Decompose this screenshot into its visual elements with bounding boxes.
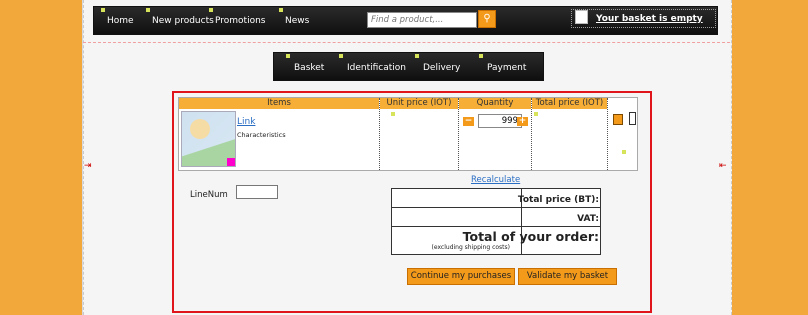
placeholder-marker	[534, 112, 538, 116]
column-items: Items	[179, 98, 379, 109]
search-box	[367, 12, 477, 28]
column-quantity: Quantity	[459, 98, 531, 109]
totals-row-line	[392, 226, 600, 227]
column-total-price: Total price (IOT)	[532, 98, 607, 109]
step-identification[interactable]: Identification	[338, 54, 406, 73]
column-divider	[458, 98, 459, 170]
item-select-checkbox[interactable]	[629, 112, 636, 125]
product-image[interactable]	[181, 111, 236, 167]
validate-basket-button[interactable]: Validate my basket	[518, 268, 617, 285]
minus-icon[interactable]: −	[463, 117, 474, 126]
nav-news[interactable]: News	[278, 8, 309, 26]
linenum-input[interactable]	[236, 185, 278, 199]
column-divider	[531, 98, 532, 170]
placeholder-marker	[391, 112, 395, 116]
left-margin	[0, 0, 83, 315]
product-characteristics: Characteristics	[237, 131, 286, 139]
nav-home[interactable]: Home	[101, 8, 134, 26]
shopping-bag-icon	[575, 10, 588, 24]
placeholder-marker	[622, 150, 626, 154]
column-divider	[607, 98, 608, 170]
step-delivery[interactable]: Delivery	[414, 54, 460, 73]
right-arrow-marker: ⇤	[719, 161, 727, 171]
search-input[interactable]	[368, 13, 476, 27]
order-total-label: Total of your order:	[462, 229, 599, 244]
nav-promotions[interactable]: Promotions	[208, 8, 265, 26]
image-sun	[190, 119, 210, 139]
editor-canvas: Home New products Promotions News ⚲ Your…	[0, 0, 808, 315]
step-payment[interactable]: Payment	[478, 54, 526, 73]
checkout-steps: Basket Identification Delivery Payment	[273, 52, 544, 81]
plus-icon[interactable]: +	[517, 117, 528, 126]
step-basket[interactable]: Basket	[285, 54, 324, 73]
totals-row-line	[392, 207, 600, 208]
product-link[interactable]: Link	[237, 117, 255, 127]
continue-shopping-button[interactable]: Continue my purchases	[407, 268, 515, 285]
total-price-bt-label: Total price (BT):	[517, 195, 599, 205]
vat-label: VAT:	[577, 214, 599, 224]
delete-icon[interactable]	[613, 114, 623, 125]
linenum-label: LineNum	[190, 190, 228, 200]
search-icon[interactable]: ⚲	[478, 10, 496, 28]
recalculate-link[interactable]: Recalculate	[471, 175, 520, 185]
column-unit-price: Unit price (IOT)	[380, 98, 458, 109]
cart-label[interactable]: Your basket is empty	[596, 14, 703, 24]
quantity-field[interactable]	[478, 114, 522, 128]
guide-line	[83, 42, 730, 43]
left-arrow-marker: ⇥	[84, 161, 92, 171]
image-marker	[227, 158, 235, 166]
order-total-note: (excluding shipping costs)	[431, 244, 510, 251]
column-divider	[379, 98, 380, 170]
nav-new-products[interactable]: New products	[146, 8, 214, 26]
right-margin	[729, 0, 808, 315]
